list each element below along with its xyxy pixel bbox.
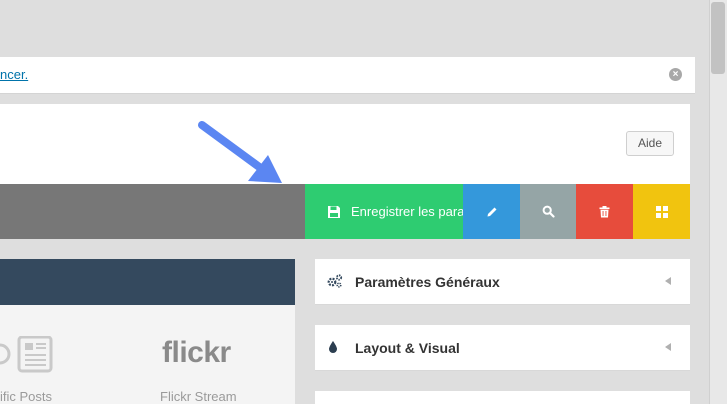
pencil-icon: [487, 207, 496, 216]
settings-header-panel: [0, 104, 690, 184]
flickr-logo[interactable]: flickr: [162, 336, 231, 370]
notice-bar: [0, 57, 695, 94]
accordion-title: Layout & Visual: [355, 340, 460, 356]
search-button[interactable]: [520, 184, 576, 239]
notice-link[interactable]: ncer.: [0, 67, 28, 82]
layout-button[interactable]: [633, 184, 690, 239]
droplet-icon: [329, 341, 337, 353]
toolbar-background: [0, 184, 305, 239]
accordion-item-partial[interactable]: [315, 391, 690, 404]
grid-layout-icon: [655, 205, 668, 218]
scrollbar-thumb[interactable]: [711, 2, 725, 74]
accordion-title: Paramètres Généraux: [355, 274, 500, 290]
specific-posts-label: ific Posts: [0, 389, 53, 404]
edit-button[interactable]: [463, 184, 520, 239]
close-icon[interactable]: ×: [669, 68, 682, 81]
help-button[interactable]: Aide: [626, 131, 674, 156]
accordion-layout-visual[interactable]: Layout & Visual: [315, 325, 690, 371]
posts-widget-icon[interactable]: [0, 336, 56, 374]
search-icon: [542, 205, 555, 218]
pointer-arrow-annotation: [198, 121, 282, 183]
floppy-disk-icon: [328, 205, 340, 218]
save-settings-label: Enregistrer les paramètres: [351, 204, 463, 219]
widgets-panel-header: [0, 259, 295, 305]
save-settings-button[interactable]: Enregistrer les paramètres: [305, 184, 463, 239]
accordion-general-settings[interactable]: Paramètres Généraux: [315, 259, 690, 305]
caret-left-icon: [665, 277, 671, 285]
delete-button[interactable]: [576, 184, 633, 239]
flickr-stream-label: Flickr Stream: [160, 389, 237, 404]
caret-left-icon: [665, 343, 671, 351]
gears-icon: [327, 274, 343, 288]
trash-icon: [599, 205, 610, 217]
